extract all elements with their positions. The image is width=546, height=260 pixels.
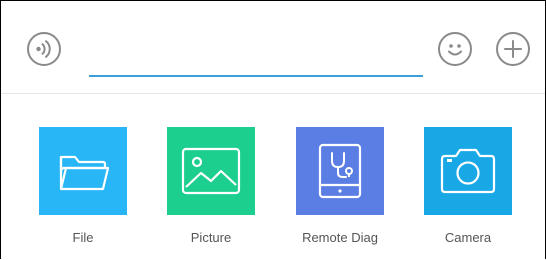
attach-remote-diag-label: Remote Diag [302, 230, 378, 245]
voice-button[interactable] [27, 32, 61, 66]
attach-picture-label: Picture [190, 230, 232, 245]
message-input[interactable] [89, 41, 423, 77]
camera-icon [424, 127, 512, 215]
attach-camera-tile[interactable]: Camera [424, 127, 512, 245]
attach-remote-diag-tile[interactable]: Remote Diag [296, 127, 384, 245]
folder-icon [39, 127, 127, 215]
smiley-icon [448, 44, 462, 56]
add-attachment-button[interactable] [496, 32, 530, 66]
emoji-button[interactable] [438, 32, 472, 66]
plus-icon [504, 40, 522, 58]
attach-file-tile[interactable]: File [39, 127, 127, 245]
input-bar [1, 1, 545, 93]
attach-picture-tile[interactable]: Picture [167, 127, 255, 245]
image-icon [167, 127, 255, 215]
attach-file-icon-box[interactable] [39, 127, 127, 215]
attach-file-label: File [72, 230, 94, 245]
voice-icon [36, 40, 51, 58]
attach-camera-label: Camera [444, 230, 492, 245]
attach-picture-icon-box[interactable] [167, 127, 255, 215]
attach-camera-icon-box[interactable] [424, 127, 512, 215]
attach-remote-diag-icon-box[interactable] [296, 127, 384, 215]
chat-panel: File Picture Remote Diag Camera [0, 0, 546, 259]
divider [1, 93, 545, 94]
stethoscope-tablet-icon [296, 127, 384, 215]
